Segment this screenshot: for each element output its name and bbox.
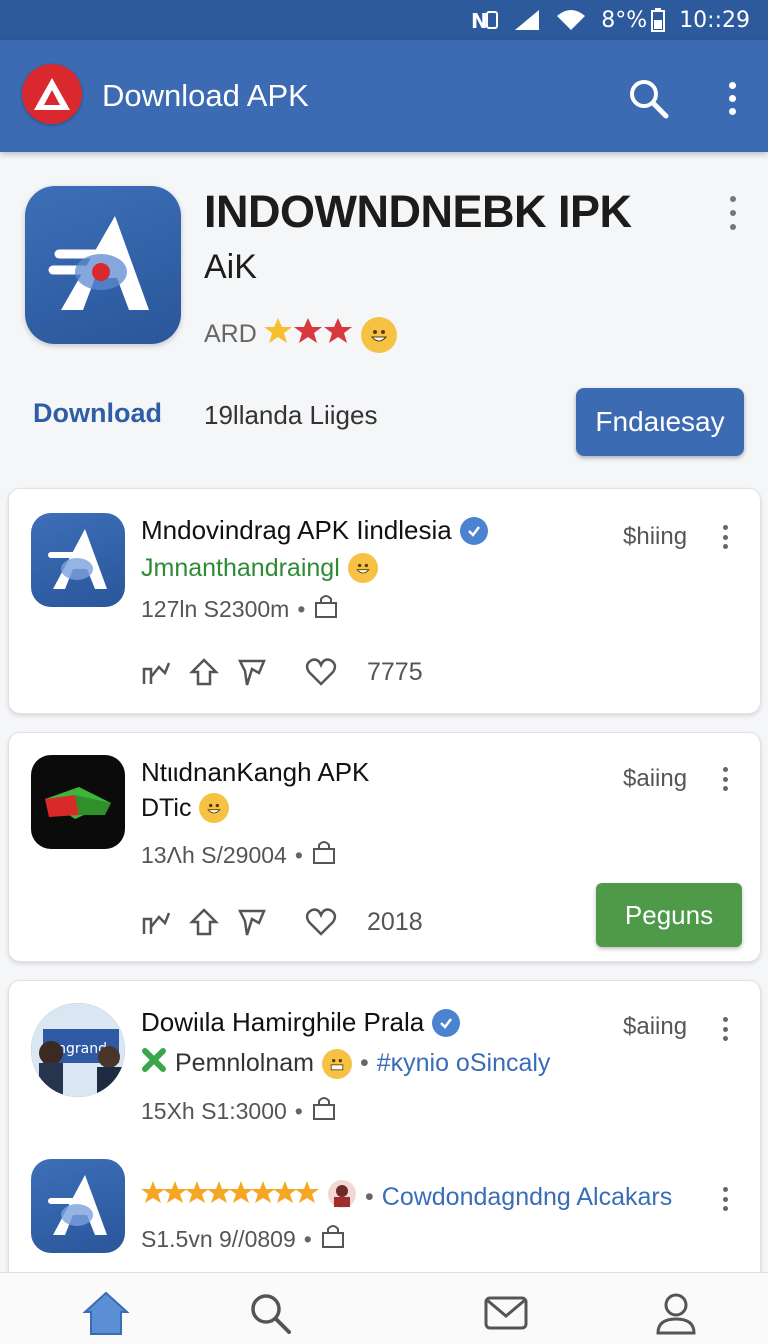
card-title-text: Dowiιla Hamirghile Prala bbox=[141, 1007, 425, 1037]
card-actions: 2018 bbox=[141, 907, 423, 937]
bookmark-icon[interactable] bbox=[237, 657, 267, 687]
card-more-icon[interactable] bbox=[720, 525, 730, 549]
hero-stats: 19llanda Liiges bbox=[204, 400, 378, 430]
like-count: 7775 bbox=[367, 657, 423, 686]
card-subtitle: Jmnanthandraingl bbox=[141, 553, 378, 583]
search-icon[interactable] bbox=[246, 1289, 294, 1337]
card-subtitle-text: DTic bbox=[141, 793, 192, 822]
rating-stars bbox=[263, 316, 355, 353]
app-card[interactable]: NtιιdnanKangh APK DTic 13Λh S/29004 • $a… bbox=[8, 732, 761, 962]
card-meta: 127ln S2300m • bbox=[141, 593, 339, 625]
hero-subtitle: AiK bbox=[204, 248, 257, 286]
lock-icon bbox=[311, 1095, 337, 1127]
card-title: Mndovindrag APK Iindlesia bbox=[141, 515, 488, 546]
lock-icon bbox=[313, 593, 339, 625]
app-card[interactable]: Ingrand Dowiιla Hamirghile Prala Pemnlol… bbox=[8, 980, 761, 1280]
battery-icon bbox=[651, 8, 666, 32]
mail-icon[interactable] bbox=[482, 1289, 530, 1337]
app-card[interactable]: Mndovindrag APK Iindlesia Jmnanthandrain… bbox=[8, 488, 761, 714]
card-subtitle-text[interactable]: Cowdondagndng Alcakars bbox=[382, 1183, 672, 1212]
card-subtitle-text: Pemnlolnam bbox=[175, 1049, 314, 1077]
card-status: $aiing bbox=[623, 765, 688, 792]
download-link[interactable]: Download bbox=[33, 398, 162, 429]
bookmark-icon[interactable] bbox=[237, 907, 267, 937]
card-title-text: Mndovindrag APK Iindlesia bbox=[141, 515, 452, 545]
card-meta: S1.5vn 9//0809 • bbox=[141, 1223, 346, 1255]
app-logo-icon[interactable] bbox=[22, 64, 82, 124]
hero-title: INDOWNDNEBK IPK bbox=[204, 186, 632, 237]
card-subtitle-text: Jmnanthandraingl bbox=[141, 553, 340, 582]
stats-icon[interactable] bbox=[141, 657, 171, 687]
share-icon[interactable] bbox=[189, 907, 219, 937]
lock-icon bbox=[311, 839, 337, 871]
card-meta-text: S1.5vn 9//0809 bbox=[141, 1225, 296, 1252]
profile-icon[interactable] bbox=[652, 1289, 700, 1337]
card-meta-text: 15Xh S1:3000 bbox=[141, 1097, 287, 1124]
wifi-icon bbox=[555, 8, 587, 32]
card-meta-text: 127ln S2300m bbox=[141, 595, 290, 622]
app-title: Download APK bbox=[102, 78, 309, 113]
mini-avatar-icon bbox=[327, 1179, 357, 1216]
avatar[interactable]: Ingrand bbox=[31, 1003, 125, 1097]
card-more-icon[interactable] bbox=[720, 1017, 730, 1041]
card-meta-text: 13Λh S/29004 bbox=[141, 841, 287, 868]
home-icon[interactable] bbox=[82, 1289, 130, 1337]
card-status: $hiing bbox=[623, 523, 688, 550]
card-meta: 15Xh S1:3000 • bbox=[141, 1095, 337, 1127]
rating-stars bbox=[141, 1179, 319, 1216]
status-bar: N 8°% 10::29 bbox=[0, 0, 768, 40]
stats-icon[interactable] bbox=[141, 907, 171, 937]
card-title-text: NtιιdnanKangh APK bbox=[141, 757, 370, 787]
like-count: 2018 bbox=[367, 907, 423, 936]
rating-label: ARD bbox=[204, 320, 257, 348]
verified-icon bbox=[459, 516, 488, 545]
card-subtitle: DTic bbox=[141, 793, 230, 823]
card-actions: 7775 bbox=[141, 657, 423, 687]
nfc-icon: N bbox=[471, 8, 499, 32]
battery-text: 8°% bbox=[601, 7, 648, 33]
card-meta: 13Λh S/29004 • bbox=[141, 839, 337, 871]
card-more-icon[interactable] bbox=[720, 1187, 730, 1211]
app-bar: Download APK bbox=[0, 40, 768, 152]
hero-more-icon[interactable] bbox=[724, 196, 742, 230]
verified-icon bbox=[432, 1008, 461, 1037]
share-icon[interactable] bbox=[189, 657, 219, 687]
card-subtitle: Pemnlolnam • #κynio oSincaly bbox=[141, 1047, 550, 1080]
heart-icon[interactable] bbox=[305, 657, 337, 687]
grimace-emoji-icon bbox=[321, 1048, 352, 1079]
card-subtitle: • Cowdondagndng Alcakars bbox=[141, 1179, 672, 1216]
grin-emoji-icon bbox=[360, 316, 397, 353]
card-more-icon[interactable] bbox=[720, 767, 730, 791]
card-app-icon[interactable] bbox=[31, 1159, 125, 1253]
primary-action-button[interactable]: Fndaιesay bbox=[576, 388, 744, 456]
card-app-icon[interactable] bbox=[31, 513, 125, 607]
signal-icon bbox=[513, 8, 541, 32]
svg-text:N: N bbox=[471, 9, 488, 32]
clover-icon bbox=[141, 1047, 167, 1080]
card-status: $aiing bbox=[623, 1013, 688, 1040]
hero-app-icon[interactable] bbox=[25, 186, 181, 344]
card-app-icon[interactable] bbox=[31, 755, 125, 849]
status-time: 10::29 bbox=[679, 7, 750, 33]
more-vert-icon[interactable] bbox=[716, 76, 748, 120]
card-title: NtιιdnanKangh APK bbox=[141, 757, 369, 788]
card-tag[interactable]: #κynio oSincaly bbox=[377, 1049, 551, 1078]
bottom-nav bbox=[0, 1272, 768, 1344]
search-icon[interactable] bbox=[626, 76, 670, 120]
grin-emoji-icon bbox=[347, 553, 378, 583]
card-title: Dowiιla Hamirghile Prala bbox=[141, 1007, 461, 1038]
grin-emoji-icon bbox=[199, 793, 230, 823]
hero-rating: ARD bbox=[204, 316, 397, 353]
install-button[interactable]: Peguns bbox=[596, 883, 742, 947]
heart-icon[interactable] bbox=[305, 907, 337, 937]
lock-icon bbox=[320, 1223, 346, 1255]
